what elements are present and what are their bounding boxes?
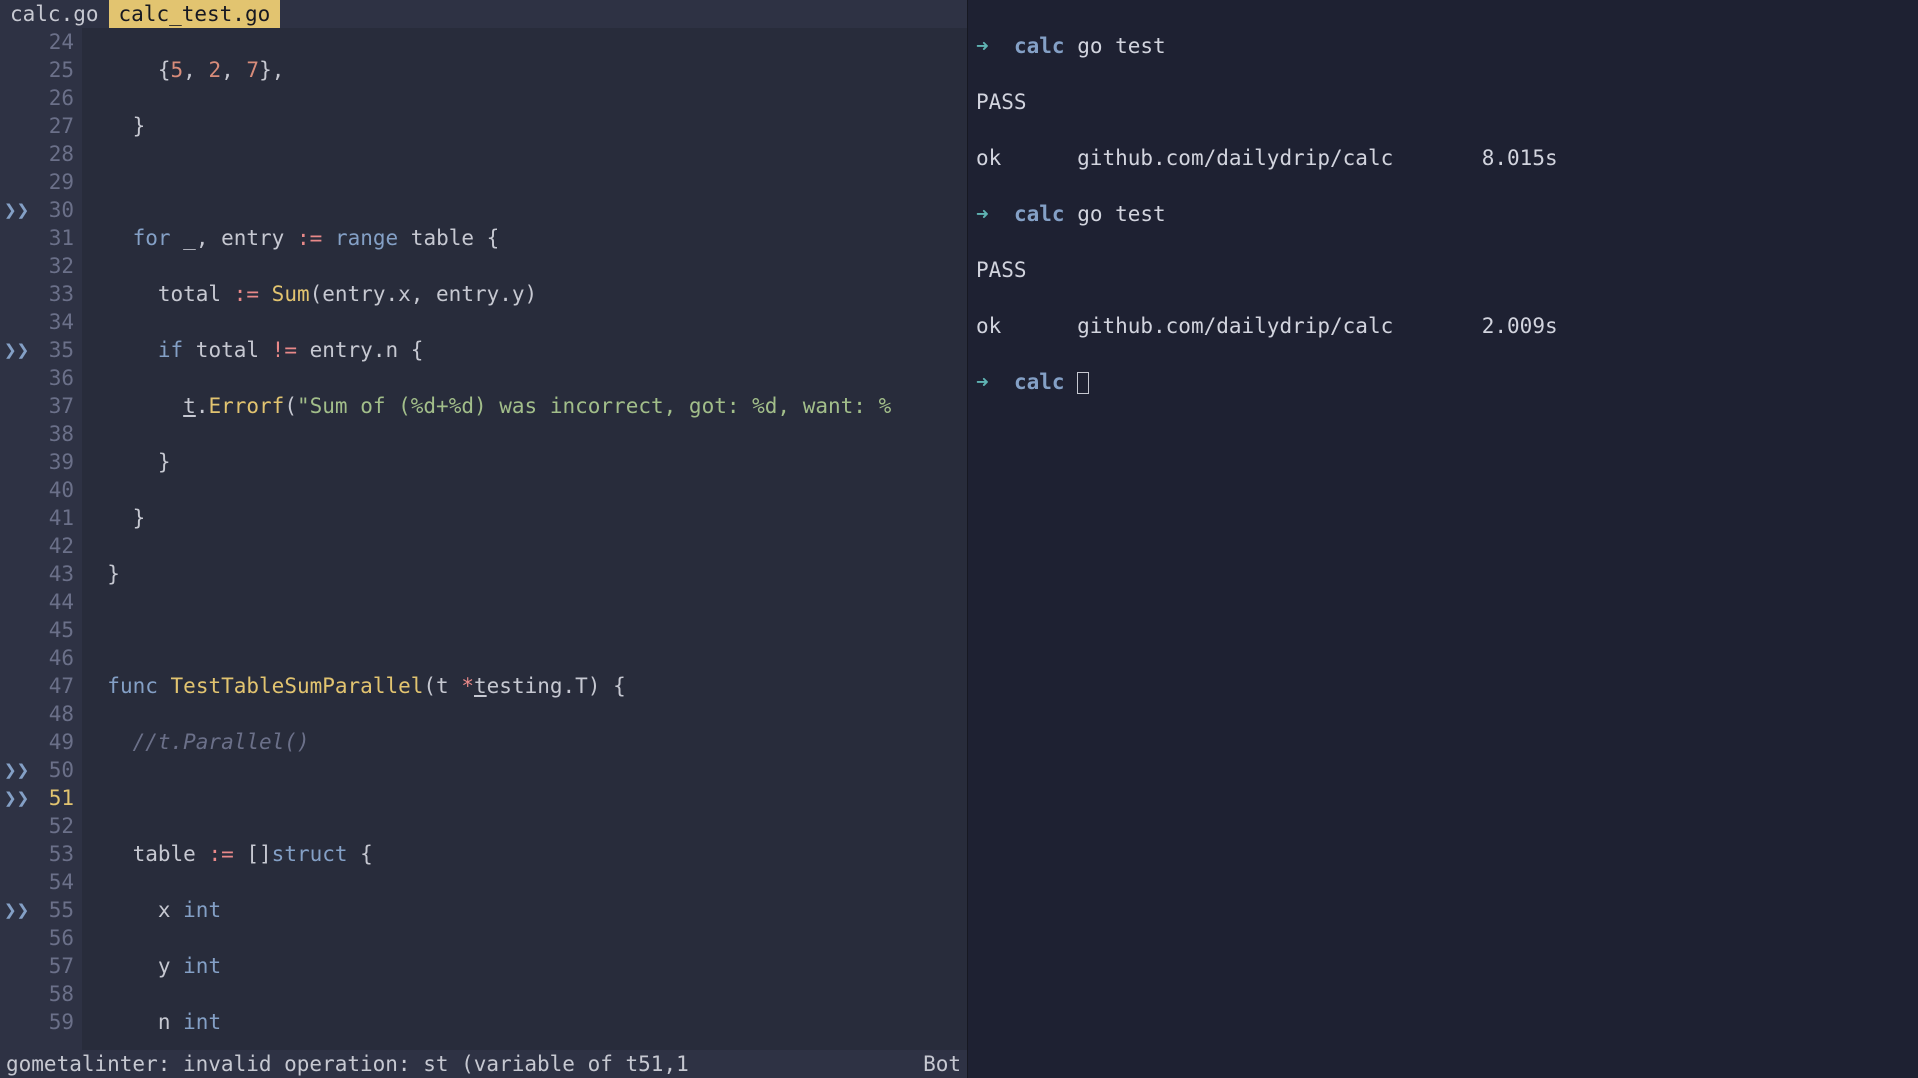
line-number: 26 <box>32 84 74 112</box>
line-number: 58 <box>32 980 74 1008</box>
line-number: 28 <box>32 140 74 168</box>
line-number: 47 <box>32 672 74 700</box>
line-number: 53 <box>32 840 74 868</box>
line-number: 30 <box>32 196 74 224</box>
prompt-dir: calc <box>1014 370 1065 394</box>
line-number: 56 <box>32 924 74 952</box>
terminal-command: go test <box>1077 34 1166 58</box>
status-bar: gometalinter: invalid operation: st (var… <box>0 1050 967 1078</box>
terminal-cursor[interactable] <box>1077 372 1089 394</box>
terminal-output: PASS <box>976 256 1910 284</box>
prompt-dir: calc <box>1014 202 1065 226</box>
line-number: 46 <box>32 644 74 672</box>
terminal-output: PASS <box>976 88 1910 116</box>
editor-pane: calc.go calc_test.go ❯❯ ❯❯ ❯❯ ❯❯ ❯❯ 2425… <box>0 0 968 1078</box>
status-lint-message: gometalinter: invalid operation: st (var… <box>6 1052 689 1076</box>
prompt-dir: calc <box>1014 34 1065 58</box>
tab-calc-go[interactable]: calc.go <box>0 0 109 28</box>
line-number: 33 <box>32 280 74 308</box>
line-number: 34 <box>32 308 74 336</box>
line-number: 32 <box>32 252 74 280</box>
line-number: 48 <box>32 700 74 728</box>
line-number: 45 <box>32 616 74 644</box>
terminal-command: go test <box>1077 202 1166 226</box>
line-number: 41 <box>32 504 74 532</box>
code-content[interactable]: {5, 2, 7}, } for _, entry := range table… <box>82 28 967 1050</box>
status-position: Bot <box>923 1052 961 1076</box>
line-number: 43 <box>32 560 74 588</box>
tab-calc-test-go[interactable]: calc_test.go <box>109 0 281 28</box>
line-number: 39 <box>32 448 74 476</box>
line-number: 51 <box>32 784 74 812</box>
line-number: 38 <box>32 420 74 448</box>
line-number: 54 <box>32 868 74 896</box>
sign-column: ❯❯ ❯❯ ❯❯ ❯❯ ❯❯ <box>0 28 32 1050</box>
line-number: 27 <box>32 112 74 140</box>
line-number: 29 <box>32 168 74 196</box>
line-number-gutter: 2425262728293031323334353637383940414243… <box>32 28 82 1050</box>
line-number: 36 <box>32 364 74 392</box>
line-number: 37 <box>32 392 74 420</box>
line-number: 40 <box>32 476 74 504</box>
line-number: 31 <box>32 224 74 252</box>
line-number: 50 <box>32 756 74 784</box>
line-number: 57 <box>32 952 74 980</box>
line-number: 42 <box>32 532 74 560</box>
prompt-arrow-icon: ➜ <box>976 370 989 394</box>
line-number: 25 <box>32 56 74 84</box>
prompt-arrow-icon: ➜ <box>976 34 989 58</box>
line-number: 55 <box>32 896 74 924</box>
line-number: 52 <box>32 812 74 840</box>
line-number: 49 <box>32 728 74 756</box>
line-number: 35 <box>32 336 74 364</box>
terminal-pane[interactable]: ➜ calc go test PASS ok github.com/dailyd… <box>968 0 1918 1078</box>
code-area[interactable]: ❯❯ ❯❯ ❯❯ ❯❯ ❯❯ 2425262728293031323334353… <box>0 28 967 1050</box>
tab-bar: calc.go calc_test.go <box>0 0 967 28</box>
prompt-arrow-icon: ➜ <box>976 202 989 226</box>
line-number: 44 <box>32 588 74 616</box>
app-root: calc.go calc_test.go ❯❯ ❯❯ ❯❯ ❯❯ ❯❯ 2425… <box>0 0 1918 1078</box>
line-number: 59 <box>32 1008 74 1036</box>
line-number: 24 <box>32 28 74 56</box>
